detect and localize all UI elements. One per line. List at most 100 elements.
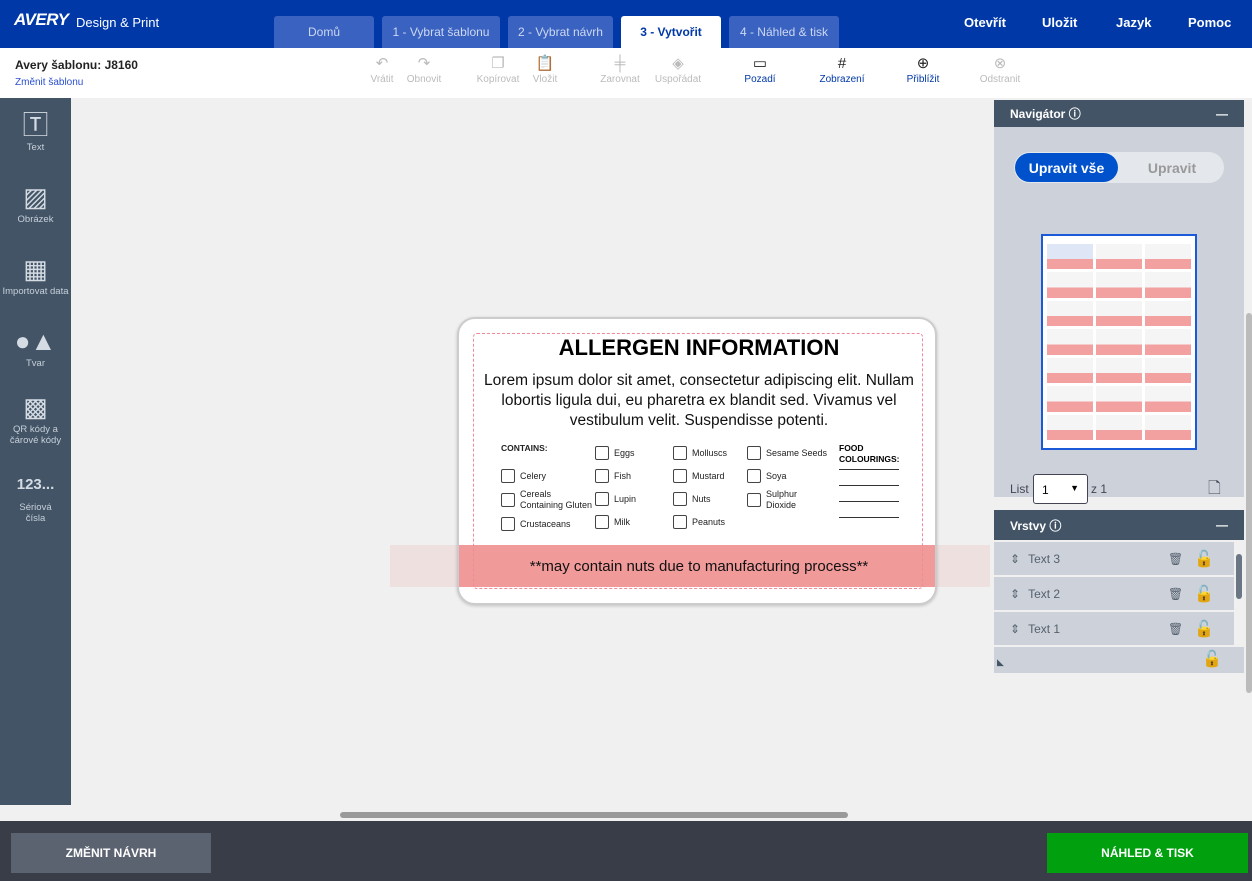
preview-print-button[interactable]: NÁHLED & TISK [1047, 833, 1248, 873]
resize-handle-icon[interactable]: ◣ [997, 657, 1004, 668]
zoom-icon: ⊕ [916, 55, 930, 72]
checkbox[interactable] [747, 468, 761, 483]
unlock-icon[interactable]: 🔓 [1194, 584, 1214, 604]
redo-label: Obnovit [406, 74, 442, 85]
contains-heading: CONTAINS: [501, 443, 548, 453]
sidebar-label: Obrázek [17, 214, 54, 225]
trash-icon[interactable]: 🗑 [1168, 552, 1183, 566]
unlock-icon[interactable]: 🔓 [1194, 619, 1214, 639]
checkbox[interactable] [673, 468, 687, 483]
sidebar-item-qr-codes[interactable]: ▩ QR kódy a čárové kódy [0, 390, 71, 446]
checkbox[interactable] [595, 491, 609, 506]
right-panel: Navigátor ⓘ — Upravit vše Upravit List 1 ▼… [994, 100, 1244, 673]
tab-home[interactable]: Domů [274, 16, 374, 48]
sheet-value: 1 [1042, 483, 1049, 497]
tab-select-template[interactable]: 1 - Vybrat šablonu [382, 16, 500, 48]
delete-button[interactable]: ⊗ Odstranit [970, 54, 1030, 85]
reorder-icon[interactable]: ⇕ [1010, 552, 1020, 566]
allergen-item: Sulphur Dioxide [766, 489, 798, 510]
save-link[interactable]: Uložit [1042, 15, 1077, 30]
checkbox[interactable] [501, 493, 515, 507]
edit-button[interactable]: Upravit [1122, 153, 1222, 182]
zoom-button[interactable]: ⊕ Přiblížit [893, 54, 953, 85]
info-icon[interactable]: ⓘ [1049, 519, 1061, 533]
allergen-col-2: Eggs Fish Lupin Milk [595, 441, 636, 533]
reorder-icon[interactable]: ⇕ [1010, 587, 1020, 601]
sheet-select[interactable]: 1 ▼ [1033, 474, 1088, 504]
template-title: Avery šablonu: J8160 [15, 58, 138, 72]
checkbox[interactable] [673, 514, 687, 529]
tab-create[interactable]: 3 - Vytvořit [621, 16, 721, 48]
allergen-item: Cereals Containing Gluten [520, 489, 593, 510]
layers-scrollbar[interactable] [1234, 542, 1244, 646]
sidebar-label: QR kódy a čárové kódy [9, 424, 62, 446]
checkbox[interactable] [673, 491, 687, 506]
unlock-all-icon[interactable]: 🔓 [1202, 649, 1222, 669]
text-icon: 🅃 [22, 110, 49, 140]
change-template-link[interactable]: Změnit šablonu [15, 77, 83, 88]
checkbox[interactable] [747, 493, 761, 507]
add-page-icon[interactable]: 🗋 [1208, 477, 1221, 504]
layer-item[interactable]: ⇕ Text 3 🗑 🔓 [994, 542, 1244, 575]
allergen-item: Peanuts [692, 516, 726, 527]
allergen-item: Milk [614, 516, 630, 527]
qr-code-icon: ▩ [23, 392, 48, 422]
trash-icon[interactable]: 🗑 [1168, 587, 1183, 601]
label-canvas[interactable]: **may contain nuts due to manufacturing … [457, 317, 937, 605]
copy-label: Kopírovat [476, 74, 520, 85]
background-label: Pozadí [744, 74, 776, 85]
trash-icon[interactable]: 🗑 [1168, 622, 1183, 636]
layers-header[interactable]: Vrstvy ⓘ — [994, 510, 1244, 540]
sidebar-item-text[interactable]: 🅃 Text [0, 108, 71, 153]
open-link[interactable]: Otevřít [964, 15, 1006, 30]
unlock-icon[interactable]: 🔓 [1194, 549, 1214, 569]
sidebar-item-serial-numbers[interactable]: 123... Sériová čísla [0, 468, 71, 524]
layer-item[interactable]: ⇕ Text 1 🗑 🔓 [994, 612, 1244, 645]
view-button[interactable]: # Zobrazení [812, 54, 872, 85]
arrange-button[interactable]: ◈ Uspořádat [648, 54, 708, 85]
tab-select-design[interactable]: 2 - Vybrat návrh [508, 16, 613, 48]
scrollbar-thumb[interactable] [340, 812, 848, 818]
sidebar-item-shape[interactable]: ●▲ Tvar [0, 324, 71, 369]
sidebar-label: Sériová čísla [19, 502, 52, 524]
navigator-title: Navigátor [1010, 107, 1066, 121]
tab-preview-print[interactable]: 4 - Náhled & tisk [729, 16, 839, 48]
navigator-header[interactable]: Navigátor ⓘ — [994, 100, 1244, 127]
checkbox[interactable] [501, 469, 515, 483]
info-icon[interactable]: ⓘ [1069, 107, 1081, 121]
language-link[interactable]: Jazyk [1116, 15, 1151, 30]
sheet-thumbnail[interactable] [1041, 234, 1197, 450]
align-button[interactable]: ╪ Zarovnat [590, 54, 650, 85]
numbers-icon: 123... [16, 476, 55, 493]
checkbox[interactable] [747, 445, 761, 460]
sidebar-item-image[interactable]: ▨ Obrázek [0, 180, 71, 225]
vertical-scrollbar[interactable] [1246, 98, 1252, 808]
checkbox[interactable] [595, 445, 609, 460]
allergen-item: Crustaceans [520, 519, 571, 529]
background-button[interactable]: ▭ Pozadí [730, 54, 790, 85]
checkbox[interactable] [501, 517, 515, 531]
change-design-button[interactable]: ZMĚNIT NÁVRH [11, 833, 211, 873]
avery-logo[interactable]: AVERY [14, 10, 69, 30]
layers-list: ⇕ Text 3 🗑 🔓 ⇕ Text 2 🗑 🔓 ⇕ Text 1 🗑 🔓 ◣ 🔓 [994, 542, 1244, 673]
layer-item[interactable]: ⇕ Text 2 🗑 🔓 [994, 577, 1244, 610]
horizontal-scrollbar[interactable] [0, 808, 1252, 821]
arrange-label: Uspořádat [654, 74, 702, 85]
redo-button[interactable]: ↷ Obnovit [394, 54, 454, 85]
collapse-icon[interactable]: — [1216, 107, 1228, 121]
checkbox[interactable] [595, 514, 609, 529]
label-body-text[interactable]: Lorem ipsum dolor sit amet, consectetur … [471, 371, 927, 431]
checkbox[interactable] [673, 445, 687, 460]
paste-button[interactable]: 📋 Vložit [515, 54, 575, 85]
help-link[interactable]: Pomoc [1188, 15, 1231, 30]
app-name: Design & Print [76, 15, 160, 30]
reorder-icon[interactable]: ⇕ [1010, 622, 1020, 636]
sidebar-item-import-data[interactable]: ▦ Importovat data [0, 252, 71, 297]
edit-all-button[interactable]: Upravit vše [1015, 153, 1118, 182]
allergen-item: Soya [766, 470, 787, 481]
checkbox[interactable] [595, 468, 609, 483]
resize-handle-icon[interactable]: ◣ [997, 509, 1004, 520]
sidebar-label: Tvar [26, 358, 45, 369]
collapse-icon[interactable]: — [1216, 518, 1228, 532]
label-title[interactable]: ALLERGEN INFORMATION [459, 335, 935, 361]
